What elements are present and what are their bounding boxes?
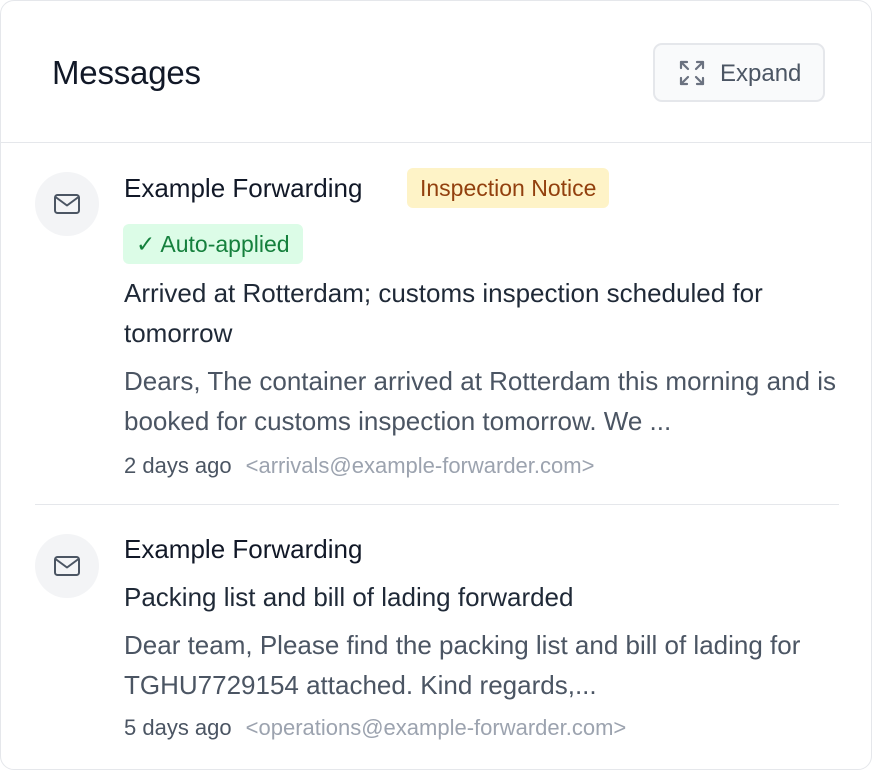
expand-label: Expand [720,60,802,87]
inspection-notice-badge: Inspection Notice [407,168,610,208]
message-email: <arrivals@example-forwarder.com> [245,453,595,478]
message-time: 5 days ago [124,715,232,740]
auto-applied-badge: ✓ Auto-applied [123,224,303,264]
avatar [35,534,99,598]
message-list: Example Forwarding Inspection Notice ✓ A… [1,143,871,769]
message-sender: Example Forwarding [124,534,363,564]
avatar [35,172,99,236]
message-subject: Packing list and bill of lading forwarde… [124,582,574,612]
card-header: Messages Expand [1,1,871,143]
mail-icon [54,556,80,576]
page-title: Messages [52,54,201,91]
message-item[interactable]: Example Forwarding Packing list and bill… [1,505,871,769]
message-preview: Dears, The container arrived at Rotterda… [124,366,836,436]
message-email: <operations@example-forwarder.com> [245,715,627,740]
message-item[interactable]: Example Forwarding Inspection Notice ✓ A… [1,143,871,505]
mail-icon [54,194,80,214]
expand-button[interactable]: Expand [653,43,825,102]
message-meta: 2 days ago <arrivals@example-forwarder.co… [124,453,594,479]
messages-card: Messages Expand Example Forwarding Inspe… [0,0,872,770]
message-meta: 5 days ago <operations@example-forwarder.… [124,715,626,741]
message-subject: Arrived at Rotterdam; customs inspection… [124,278,763,348]
message-preview: Dear team, Please find the packing list … [124,630,801,700]
message-time: 2 days ago [124,453,232,478]
expand-icon [679,60,705,86]
message-sender: Example Forwarding [124,173,363,203]
